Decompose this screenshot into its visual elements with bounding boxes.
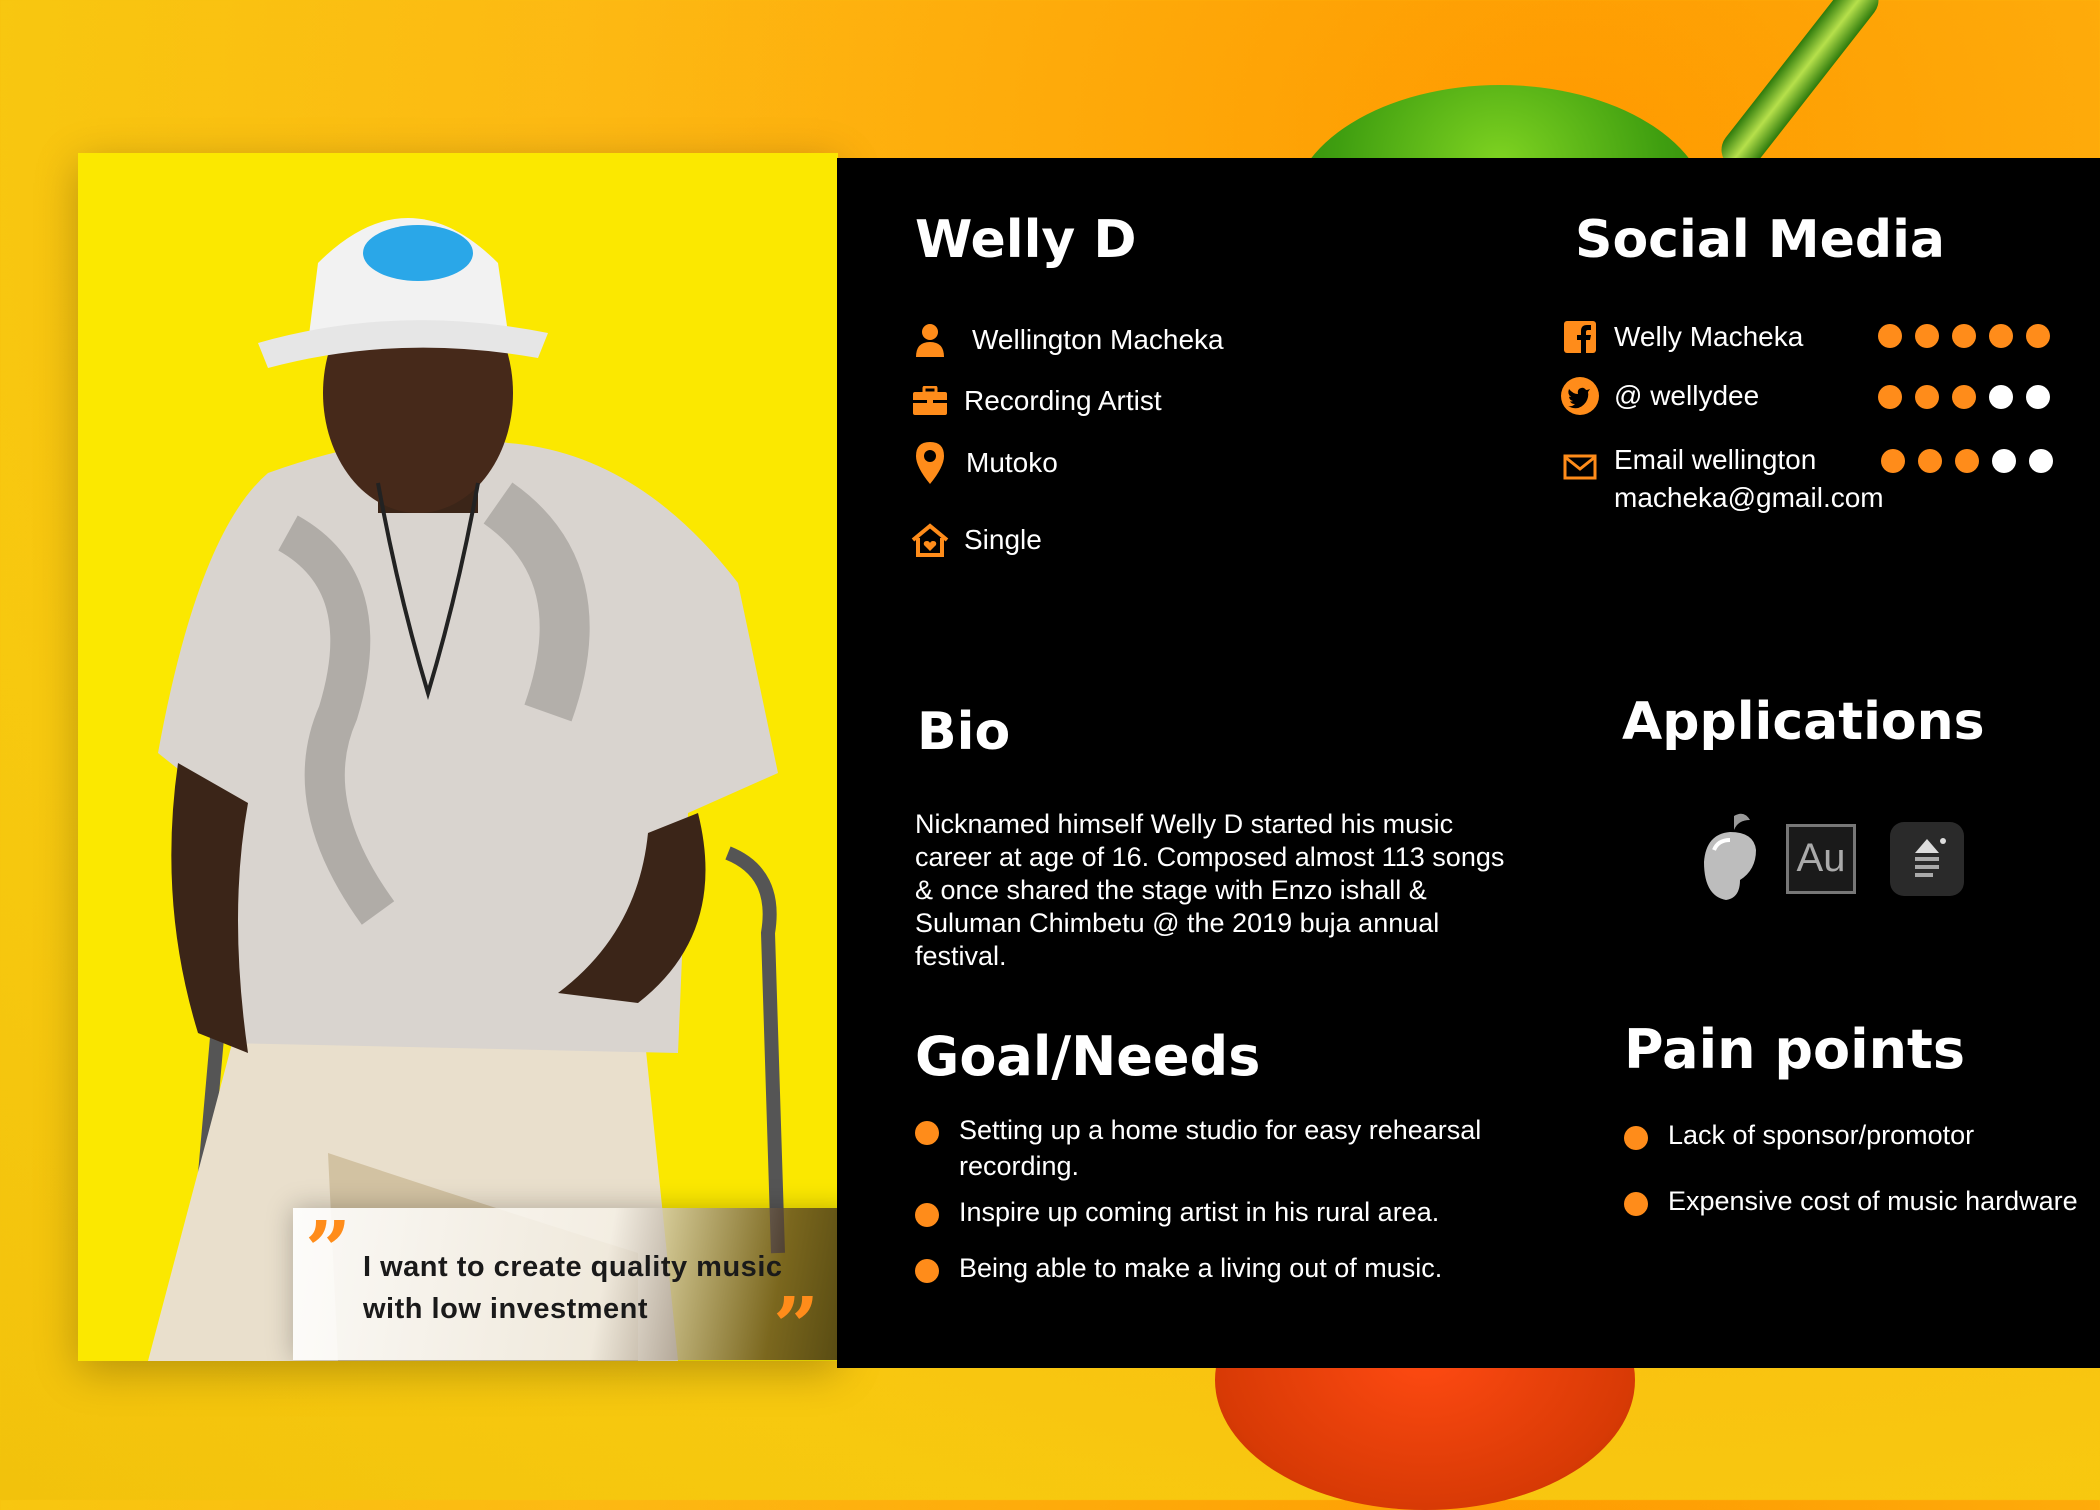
pain-points-title: Pain points [1624,1018,1965,1081]
home-heart-icon [910,520,950,560]
social-item-twitter[interactable]: @ wellydee [1560,376,1759,416]
social-rating-email [1881,449,2066,473]
adobe-audition-icon[interactable]: Au [1786,823,1856,894]
bio-text: Nicknamed himself Welly D started his mu… [915,809,1505,971]
rating-dot-empty [2026,385,2050,409]
full-name-text: Wellington Macheka [972,324,1224,355]
persona-quote: ” I want to create quality music with lo… [293,1203,838,1361]
goal-item: Setting up a home studio for easy rehear… [915,1112,1525,1184]
pain-points-list: Lack of sponsor/promotor Expensive cost … [1624,1117,2094,1219]
rating-dot [1989,324,2013,348]
occupation-row: Recording Artist [910,381,1162,421]
applications-list: Au [1700,810,1964,907]
pain-point-item: Lack of sponsor/promotor [1624,1117,2094,1153]
background-stem [1713,0,1887,178]
fl-studio-icon[interactable] [1700,810,1760,907]
rating-dot [1878,324,1902,348]
rating-dot-empty [1992,449,2016,473]
rating-dot [1952,324,1976,348]
location-pin-icon [910,442,950,484]
status-text: Single [964,524,1042,555]
pain-point-item: Expensive cost of music hardware [1624,1183,2094,1219]
rating-dot-empty [1989,385,2013,409]
facebook-icon [1560,317,1600,357]
location-row: Mutoko [910,442,1058,484]
social-label: Email wellington macheka@gmail.com [1614,444,1884,513]
goal-item: Inspire up coming artist in his rural ar… [915,1194,1525,1230]
rating-dot-empty [2029,449,2053,473]
persona-photo-panel: ” I want to create quality music with lo… [78,153,838,1361]
goal-item: Being able to make a living out of music… [915,1250,1525,1286]
full-name-row: Wellington Macheka [910,320,1224,360]
bio-title: Bio [917,702,1011,762]
social-rating-twitter [1878,385,2063,409]
rating-dot [1915,324,1939,348]
filmora-icon[interactable] [1890,821,1964,896]
status-row: Single [910,520,1042,560]
social-rating-facebook [1878,324,2063,348]
goals-title: Goal/Needs [915,1025,1261,1088]
rating-dot [1881,449,1905,473]
applications-title: Applications [1622,692,1985,752]
rating-dot [1952,385,1976,409]
briefcase-icon [910,381,950,421]
social-label: Welly Macheka [1614,321,1804,352]
location-text: Mutoko [966,447,1058,478]
social-media-title: Social Media [1575,210,1945,270]
rating-dot [1918,449,1942,473]
occupation-text: Recording Artist [964,385,1162,416]
close-quote-icon: ” [773,1279,820,1361]
rating-dot [2026,324,2050,348]
social-item-facebook[interactable]: Welly Macheka [1560,317,1803,357]
persona-name: Welly D [915,210,1137,270]
goals-list: Setting up a home studio for easy rehear… [915,1112,1525,1286]
open-quote-icon: ” [305,1203,352,1297]
user-icon [910,320,950,360]
social-item-email[interactable]: Email wellington macheka@gmail.com [1560,441,1884,517]
rating-dot [1915,385,1939,409]
quote-text: I want to create quality music with low … [363,1251,783,1325]
social-label: @ wellydee [1614,380,1760,411]
rating-dot [1878,385,1902,409]
rating-dot [1955,449,1979,473]
twitter-icon [1560,376,1600,416]
email-icon [1560,447,1600,487]
